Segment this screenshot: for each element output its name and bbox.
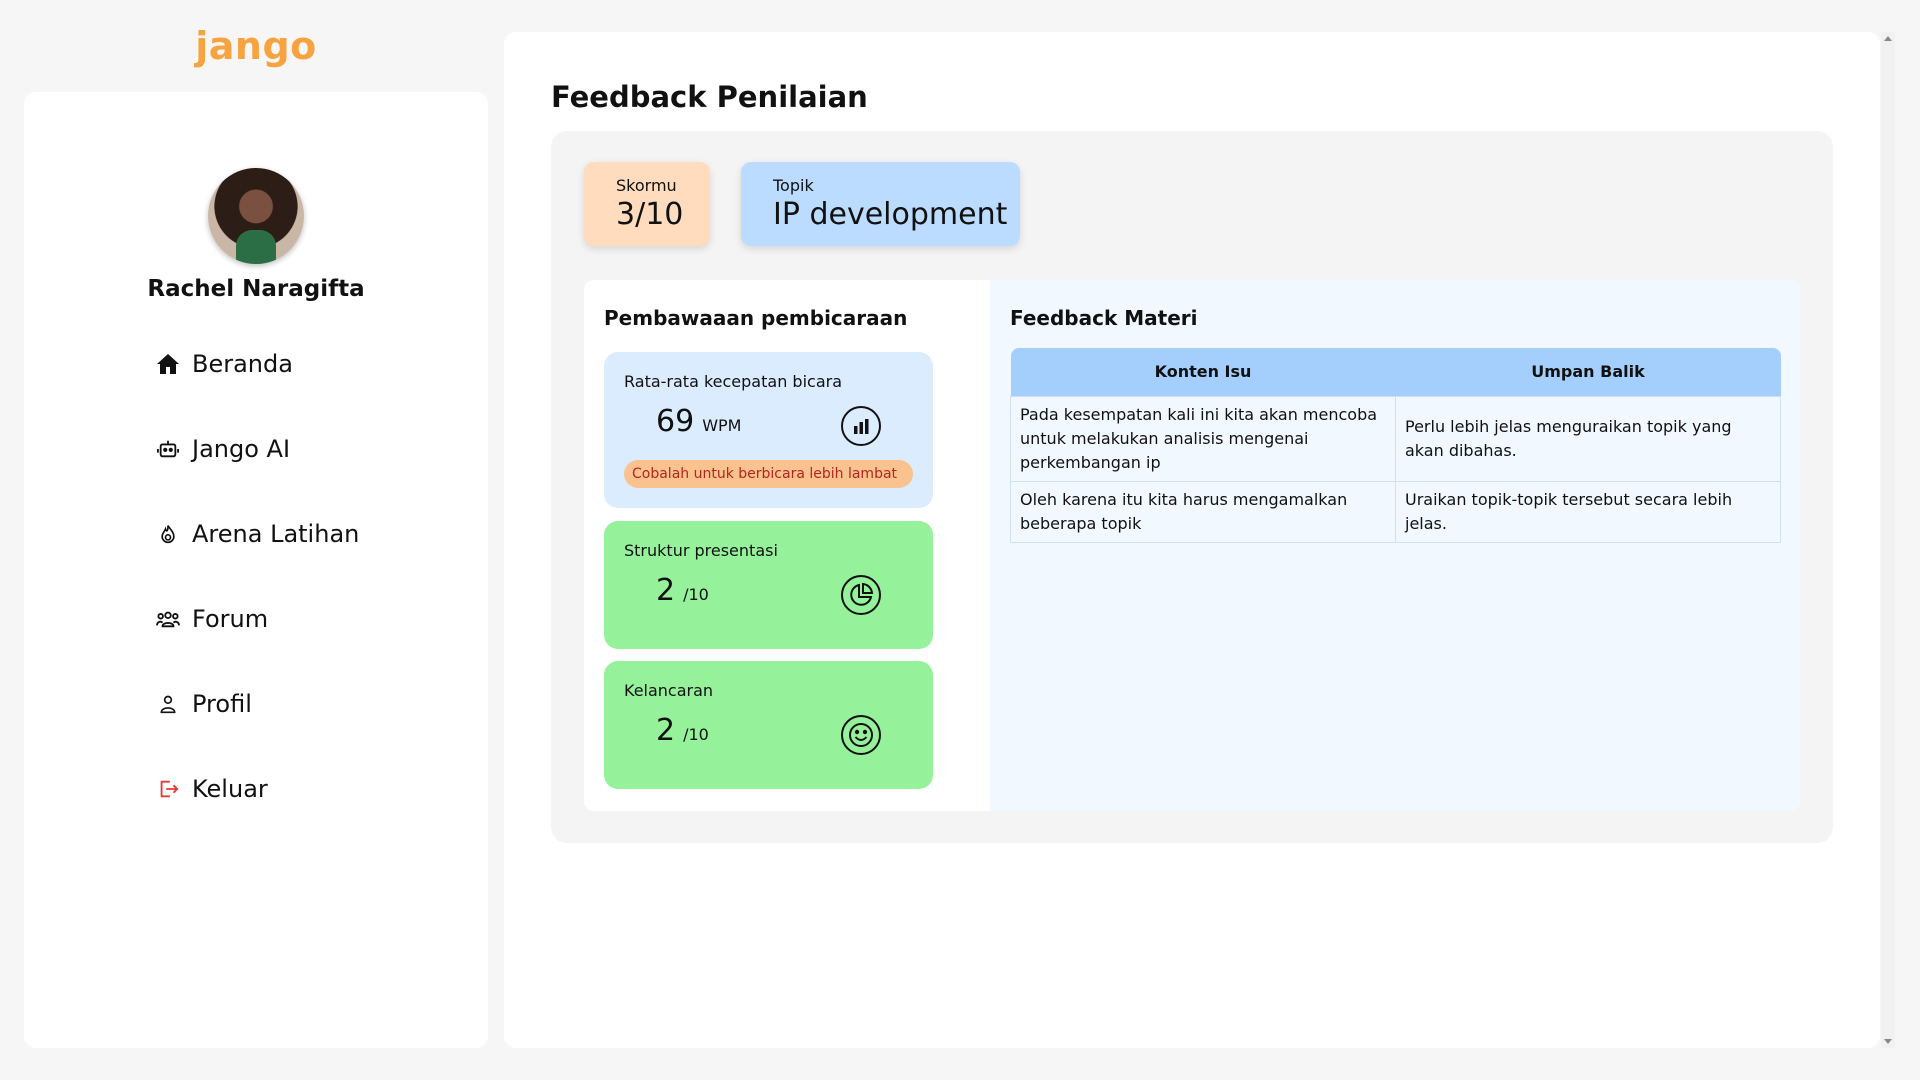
speed-tip: Cobalah untuk berbicara lebih lambat	[624, 460, 913, 488]
score-label: Skormu	[616, 176, 677, 195]
main-content: Feedback Penilaian Skormu 3/10 Topik IP …	[504, 32, 1880, 1048]
table-header-row: Konten Isu Umpan Balik	[1010, 348, 1781, 396]
structure-unit: /10	[683, 585, 709, 604]
topic-value: IP development	[773, 197, 1008, 232]
fluency-metric-card: Kelancaran 2/10	[604, 661, 933, 789]
scroll-up-icon[interactable]	[1884, 36, 1892, 41]
speed-label: Rata-rata kecepatan bicara	[624, 372, 842, 391]
structure-label: Struktur presentasi	[624, 541, 778, 560]
topic-label: Topik	[773, 176, 814, 195]
bar-chart-icon	[841, 406, 881, 446]
home-icon	[154, 350, 182, 378]
robot-icon	[154, 435, 182, 463]
table-row: Pada kesempatan kali ini kita akan menco…	[1010, 395, 1781, 482]
sidebar-item-arena-latihan[interactable]: Arena Latihan	[154, 512, 359, 556]
sidebar: Rachel Naragifta Beranda Jango AI Arena …	[24, 92, 488, 1048]
speed-value: 69	[656, 404, 695, 439]
sidebar-item-profil[interactable]: Profil	[154, 682, 359, 726]
sidebar-item-jango-ai[interactable]: Jango AI	[154, 427, 359, 471]
fluency-unit: /10	[683, 725, 709, 744]
table-cell: Oleh karena itu kita harus mengamalkan b…	[1010, 480, 1396, 543]
pie-chart-icon	[841, 575, 881, 615]
sidebar-item-keluar[interactable]: Keluar	[154, 767, 359, 811]
speed-metric-card: Rata-rata kecepatan bicara 69 WPM Cobalah…	[604, 352, 933, 508]
jango-logo[interactable]: jango	[0, 24, 512, 68]
sidebar-item-label: Arena Latihan	[192, 520, 360, 548]
user-icon	[154, 690, 182, 718]
sidebar-item-label: Beranda	[192, 350, 293, 378]
table-cell: Uraikan topik-topik tersebut secara lebi…	[1395, 480, 1781, 543]
table-row: Oleh karena itu kita harus mengamalkan b…	[1010, 480, 1781, 543]
sidebar-item-beranda[interactable]: Beranda	[154, 342, 359, 386]
sidebar-item-label: Keluar	[192, 775, 268, 803]
structure-value-row: 2/10	[656, 573, 709, 608]
score-badge: Skormu 3/10	[584, 162, 710, 246]
column-header: Umpan Balik	[1395, 348, 1781, 396]
page-scrollbar[interactable]	[1881, 32, 1895, 1048]
feedback-table: Konten Isu Umpan Balik Pada kesempatan k…	[1010, 348, 1781, 543]
logout-icon	[154, 775, 182, 803]
speed-value-row: 69 WPM	[656, 404, 741, 439]
score-value: 3/10	[616, 197, 684, 232]
sidebar-item-label: Forum	[192, 605, 269, 633]
user-name: Rachel Naragifta	[147, 276, 365, 302]
fire-icon	[154, 520, 182, 548]
group-icon	[154, 605, 182, 633]
sidebar-nav: Beranda Jango AI Arena Latihan Forum Pro…	[154, 342, 359, 852]
fluency-value: 2	[656, 713, 676, 748]
table-cell: Perlu lebih jelas menguraikan topik yang…	[1395, 395, 1781, 482]
table-cell: Pada kesempatan kali ini kita akan menco…	[1010, 395, 1396, 482]
scroll-down-icon[interactable]	[1884, 1039, 1892, 1044]
materi-title: Feedback Materi	[1010, 306, 1198, 330]
smile-icon	[841, 715, 881, 755]
feedback-card: Pembawaaan pembicaraan Rata-rata kecepat…	[584, 280, 1800, 811]
structure-metric-card: Struktur presentasi 2/10	[604, 521, 933, 649]
fluency-value-row: 2/10	[656, 713, 709, 748]
structure-value: 2	[656, 573, 676, 608]
sidebar-item-label: Jango AI	[192, 435, 291, 463]
materi-pane: Feedback Materi Konten Isu Umpan Balik P…	[990, 280, 1800, 811]
speed-unit: WPM	[702, 416, 742, 435]
fluency-label: Kelancaran	[624, 681, 714, 700]
feedback-panel: Skormu 3/10 Topik IP development Pembawa…	[551, 131, 1833, 843]
topic-badge: Topik IP development	[741, 162, 1020, 246]
delivery-title: Pembawaaan pembicaraan	[604, 306, 908, 330]
avatar[interactable]	[208, 168, 304, 264]
sidebar-item-label: Profil	[192, 690, 252, 718]
sidebar-item-forum[interactable]: Forum	[154, 597, 359, 641]
page-title: Feedback Penilaian	[551, 80, 868, 114]
column-header: Konten Isu	[1010, 348, 1396, 396]
